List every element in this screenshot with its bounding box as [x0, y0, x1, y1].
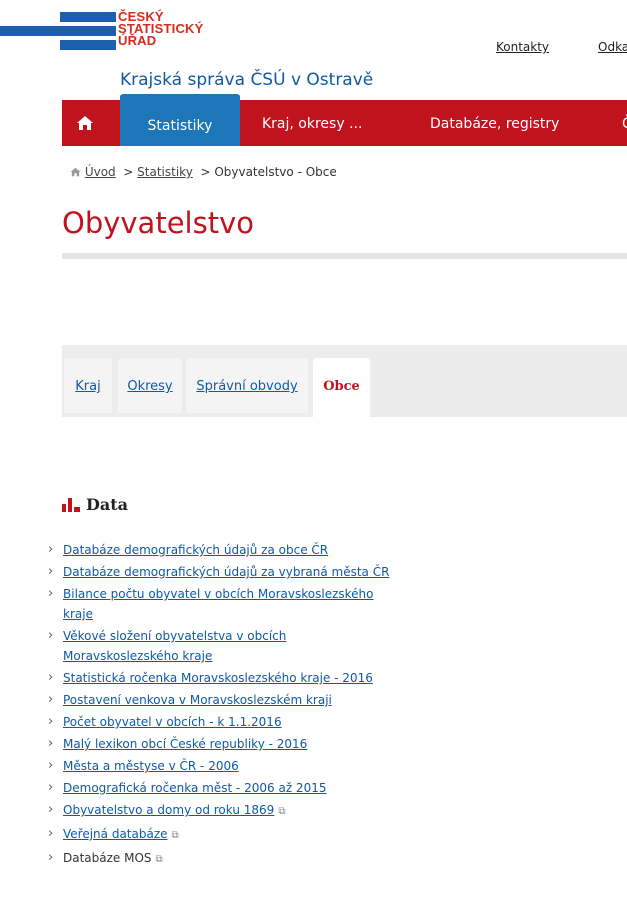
- nav-item-databases[interactable]: Databáze, registry: [430, 100, 559, 146]
- tab-okresy[interactable]: Okresy: [118, 358, 182, 413]
- list-item: Obyvatelstvo a domy od roku 1869 ⧉: [48, 800, 448, 822]
- list-item: Postavení venkova v Moravskoslezském kra…: [48, 690, 448, 710]
- list-item: Statistická ročenka Moravskoslezského kr…: [48, 668, 448, 688]
- tab-spravni-obvody[interactable]: Správní obvody: [186, 358, 308, 413]
- data-link[interactable]: Statistická ročenka Moravskoslezského kr…: [63, 671, 373, 685]
- tab-obce-label: Obce: [323, 379, 360, 394]
- nav-home[interactable]: [76, 100, 94, 146]
- logo-text: ČESKÝ STATISTICKÝ ÚŘAD: [118, 10, 204, 48]
- page-title: Obyvatelstvo: [62, 206, 254, 240]
- list-item: Věkové složení obyvatelstva v obcích Mor…: [48, 626, 323, 666]
- tab-okresy-label[interactable]: Okresy: [127, 379, 172, 394]
- tab-obce[interactable]: Obce: [313, 358, 370, 417]
- list-item: Bilance počtu obyvatel v obcích Moravsko…: [48, 584, 403, 624]
- home-icon: [77, 116, 93, 130]
- nav-item-cut[interactable]: Č: [622, 100, 627, 146]
- data-link[interactable]: Věkové složení obyvatelstva v obcích Mor…: [63, 629, 286, 663]
- list-item: Demografická ročenka měst - 2006 až 2015: [48, 778, 448, 798]
- list-item: Malý lexikon obcí České republiky - 2016: [48, 734, 448, 754]
- breadcrumb: Úvod > Statistiky > Obyvatelstvo - Obce: [70, 165, 337, 179]
- data-link[interactable]: Města a městyse v ČR - 2006: [63, 759, 239, 773]
- data-link[interactable]: Databáze MOS: [63, 851, 152, 865]
- contacts-link[interactable]: Kontakty: [496, 40, 549, 54]
- data-link[interactable]: Databáze demografických údajů za vybraná…: [63, 565, 389, 579]
- nav-item-region[interactable]: Kraj, okresy ...: [262, 100, 362, 146]
- data-link[interactable]: Bilance počtu obyvatel v obcích Moravsko…: [63, 587, 373, 621]
- tab-kraj[interactable]: Kraj: [64, 358, 112, 413]
- data-link[interactable]: Demografická ročenka měst - 2006 až 2015: [63, 781, 326, 795]
- tabs-bar: Kraj Okresy Správní obvody Obce: [62, 345, 627, 417]
- data-link[interactable]: Veřejná databáze: [63, 827, 168, 841]
- nav-item-statistics[interactable]: Statistiky: [120, 94, 240, 146]
- data-section-heading: Data: [62, 495, 128, 514]
- data-heading-text: Data: [86, 495, 128, 514]
- list-item: Města a městyse v ČR - 2006: [48, 756, 448, 776]
- external-link-icon: ⧉: [171, 830, 179, 841]
- external-link-icon: ⧉: [278, 806, 286, 817]
- data-link[interactable]: Malý lexikon obcí České republiky - 2016: [63, 737, 307, 751]
- title-divider: [62, 253, 627, 259]
- logo-line: ÚŘAD: [118, 33, 157, 48]
- data-links-list: Databáze demografických údajů za obce ČR…: [48, 540, 448, 872]
- csu-logo-graphic: [0, 12, 116, 50]
- region-title: Krajská správa ČSÚ v Ostravě: [120, 70, 374, 90]
- breadcrumb-home-link[interactable]: Úvod: [85, 165, 116, 179]
- breadcrumb-statistics-link[interactable]: Statistiky: [137, 165, 193, 179]
- tab-kraj-label[interactable]: Kraj: [75, 379, 100, 394]
- breadcrumb-current: Obyvatelstvo - Obce: [214, 165, 337, 179]
- data-link[interactable]: Databáze demografických údajů za obce ČR: [63, 543, 328, 557]
- data-link[interactable]: Počet obyvatel v obcích - k 1.1.2016: [63, 715, 282, 729]
- list-item: Veřejná databáze⧉: [48, 824, 448, 846]
- list-item: Databáze MOS⧉: [48, 848, 448, 870]
- list-item: Databáze demografických údajů za vybraná…: [48, 562, 448, 582]
- data-link[interactable]: Postavení venkova v Moravskoslezském kra…: [63, 693, 332, 707]
- links-link[interactable]: Odka: [598, 40, 627, 54]
- bar-chart-icon: [62, 498, 80, 512]
- tab-spravni-obvody-label[interactable]: Správní obvody: [196, 379, 297, 394]
- list-item: Databáze demografických údajů za obce ČR: [48, 540, 448, 560]
- data-link[interactable]: Obyvatelstvo a domy od roku 1869: [63, 803, 274, 817]
- list-item: Počet obyvatel v obcích - k 1.1.2016: [48, 712, 448, 732]
- external-link-icon: ⧉: [155, 854, 163, 865]
- home-icon: [70, 167, 81, 177]
